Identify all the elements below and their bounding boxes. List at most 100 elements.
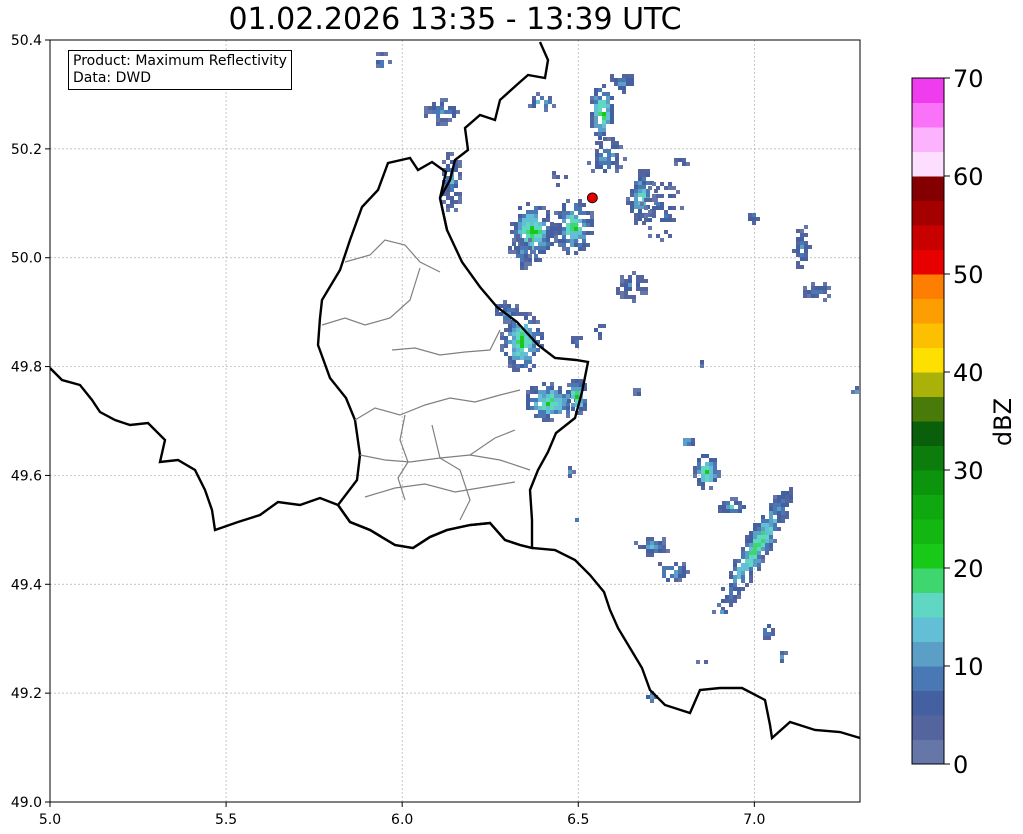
echo-pixel xyxy=(741,571,745,575)
echo-pixel xyxy=(380,60,384,64)
echo-pixel xyxy=(503,300,507,304)
echo-pixel xyxy=(749,555,753,559)
echo-pixel xyxy=(511,312,515,316)
echo-pixel xyxy=(650,549,654,553)
echo-pixel xyxy=(734,501,738,505)
echo-pixel xyxy=(713,478,717,482)
echo-pixel xyxy=(730,505,734,509)
echo-pixel xyxy=(528,340,532,344)
x-tick-label: 7.0 xyxy=(743,812,765,828)
echo-pixel xyxy=(660,218,664,222)
echo-pixel xyxy=(574,219,578,223)
echo-pixel xyxy=(811,282,815,286)
echo-pixel xyxy=(628,279,632,283)
echo-pixel xyxy=(691,442,695,446)
echo-pixel xyxy=(701,478,705,482)
echo-pixel xyxy=(566,390,570,394)
echo-pixel xyxy=(668,206,672,210)
echo-pixel xyxy=(757,535,761,539)
echo-pixel xyxy=(753,539,757,543)
echo-pixel xyxy=(424,114,428,118)
echo-pixel xyxy=(634,205,638,209)
echo-pixel xyxy=(646,173,650,177)
echo-pixel xyxy=(562,207,566,211)
echo-pixel xyxy=(855,390,859,394)
echo-pixel xyxy=(532,352,536,356)
echo-pixel xyxy=(638,209,642,213)
echo-pixel xyxy=(562,219,566,223)
echo-pixel xyxy=(598,96,602,100)
echo-pixel xyxy=(720,610,724,614)
echo-pixel xyxy=(558,227,562,231)
echo-pixel xyxy=(512,360,516,364)
echo-pixel xyxy=(512,332,516,336)
echo-pixel xyxy=(574,207,578,211)
echo-pixel xyxy=(522,230,526,234)
echo-pixel xyxy=(807,294,811,298)
echo-pixel xyxy=(756,217,760,221)
echo-pixel xyxy=(570,227,574,231)
echo-pixel xyxy=(552,171,556,175)
echo-pixel xyxy=(586,211,590,215)
echo-pixel xyxy=(615,157,619,161)
echo-pixel xyxy=(726,509,730,513)
echo-pixel xyxy=(765,531,769,535)
echo-pixel xyxy=(705,454,709,458)
echo-pixel xyxy=(757,547,761,551)
echo-pixel xyxy=(753,543,757,547)
echo-pixel xyxy=(595,161,599,165)
echo-pixel xyxy=(781,511,785,515)
echo-pixel xyxy=(516,364,520,368)
colorbar-segment xyxy=(912,176,944,201)
echo-pixel xyxy=(662,570,666,574)
product-label: Product: Maximum Reflectivity xyxy=(73,53,287,69)
echo-pixel xyxy=(697,470,701,474)
echo-cell xyxy=(851,386,859,394)
echo-pixel xyxy=(634,189,638,193)
echo-pixel xyxy=(446,192,450,196)
echo-pixel xyxy=(516,344,520,348)
echo-pixel xyxy=(713,474,717,478)
colorbar-tick-label: 30 xyxy=(953,457,984,485)
echo-pixel xyxy=(630,78,634,82)
echo-pixel xyxy=(542,410,546,414)
echo-pixel xyxy=(538,250,542,254)
echo-pixel xyxy=(594,328,598,332)
echo-pixel xyxy=(454,184,458,188)
echo-pixel xyxy=(574,243,578,247)
echo-pixel xyxy=(606,92,610,96)
echo-pixel xyxy=(590,124,594,128)
echo-pixel xyxy=(550,226,554,230)
echo-pixel xyxy=(528,320,532,324)
echo-pixel xyxy=(558,406,562,410)
echo-pixel xyxy=(579,411,583,415)
echo-pixel xyxy=(660,182,664,186)
echo-pixel xyxy=(458,164,462,168)
echo-pixel xyxy=(803,290,807,294)
echo-pixel xyxy=(446,196,450,200)
echo-pixel xyxy=(594,100,598,104)
echo-pixel xyxy=(729,583,733,587)
echo-pixel xyxy=(737,575,741,579)
echo-pixel xyxy=(558,239,562,243)
echo-pixel xyxy=(550,234,554,238)
echo-pixel xyxy=(769,543,773,547)
echo-pixel xyxy=(582,223,586,227)
echo-pixel xyxy=(618,78,622,82)
echo-pixel xyxy=(670,566,674,570)
echo-pixel xyxy=(376,64,380,68)
echo-pixel xyxy=(512,364,516,368)
echo-pixel xyxy=(678,566,682,570)
echo-pixel xyxy=(646,181,650,185)
echo-pixel xyxy=(615,161,619,165)
echo-pixel xyxy=(704,660,708,664)
echo-pixel xyxy=(781,515,785,519)
echo-pixel xyxy=(749,559,753,563)
echo-pixel xyxy=(450,188,454,192)
echo-pixel xyxy=(602,104,606,108)
colorbar-segment xyxy=(912,151,944,177)
echo-pixel xyxy=(619,145,623,149)
echo-pixel xyxy=(642,181,646,185)
echo-pixel xyxy=(508,340,512,344)
echo-pixel xyxy=(562,406,566,410)
